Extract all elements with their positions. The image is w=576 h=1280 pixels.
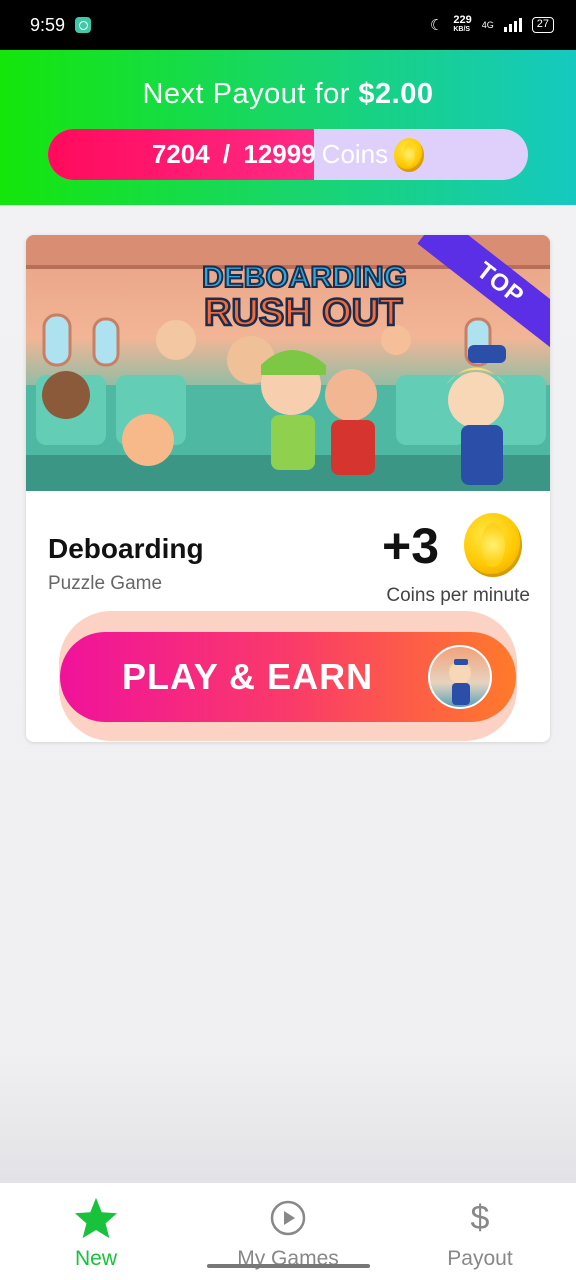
coins-current: 7204 [151, 139, 210, 169]
banner-title-line2: RUSH OUT [204, 292, 402, 334]
status-left: 9:59 [30, 14, 92, 36]
network-speed-value: 229 [453, 14, 472, 26]
game-card[interactable]: DEBOARDING RUSH OUT TOP Deboarding Puzzl… [26, 235, 550, 742]
status-time: 9:59 [30, 14, 66, 35]
banner-title-line1: DEBOARDING [202, 261, 407, 294]
play-circle-icon [269, 1195, 307, 1241]
payout-header [0, 50, 576, 205]
status-right: ☾ 229 KB/S 4G 27 [429, 14, 554, 34]
nav-label-new: New [74, 1247, 117, 1270]
payout-prefix: Next Payout for [142, 78, 359, 110]
network-speed-unit: KB/S [453, 26, 471, 33]
game-banner-image[interactable]: DEBOARDING RUSH OUT TOP [26, 235, 550, 491]
reward-value: +3 [382, 518, 440, 574]
do-not-disturb-icon: ☾ [429, 17, 444, 34]
bottom-navigation: New My Games $ Payout [0, 1182, 576, 1280]
coin-icon [464, 513, 522, 577]
notification-app-icon [75, 17, 92, 33]
play-and-earn-label: PLAY & EARN [122, 656, 374, 697]
coin-icon [394, 137, 425, 172]
nav-item-new[interactable]: New [0, 1183, 192, 1280]
reward-caption: Coins per minute [386, 585, 530, 606]
game-thumbnail-icon [428, 645, 492, 709]
network-type: 4G [481, 20, 494, 30]
network-speed: 229 KB/S [453, 14, 472, 34]
coins-progress-label: 7204 / 12999 Coins [48, 129, 528, 180]
next-payout-title: Next Payout for $2.00 [0, 78, 576, 111]
star-icon [73, 1195, 119, 1241]
game-genre: Puzzle Game [48, 573, 163, 594]
game-title: Deboarding [48, 533, 204, 564]
nav-item-payout[interactable]: $ Payout [384, 1183, 576, 1280]
gesture-navigation-bar[interactable] [207, 1264, 370, 1268]
signal-icon [503, 18, 522, 32]
battery-icon: 27 [531, 17, 554, 33]
coins-target: 12999 [243, 139, 316, 169]
payout-amount: $2.00 [358, 78, 434, 110]
coins-unit: Coins [321, 139, 389, 169]
play-and-earn-button[interactable]: PLAY & EARN [60, 632, 516, 722]
nav-label-payout: Payout [447, 1247, 513, 1270]
coins-separator: / [215, 139, 238, 169]
status-bar: 9:59 ☾ 229 KB/S 4G 27 [0, 0, 576, 50]
dollar-icon: $ [470, 1198, 490, 1237]
coins-progress-bar: 7204 / 12999 Coins [48, 129, 528, 180]
